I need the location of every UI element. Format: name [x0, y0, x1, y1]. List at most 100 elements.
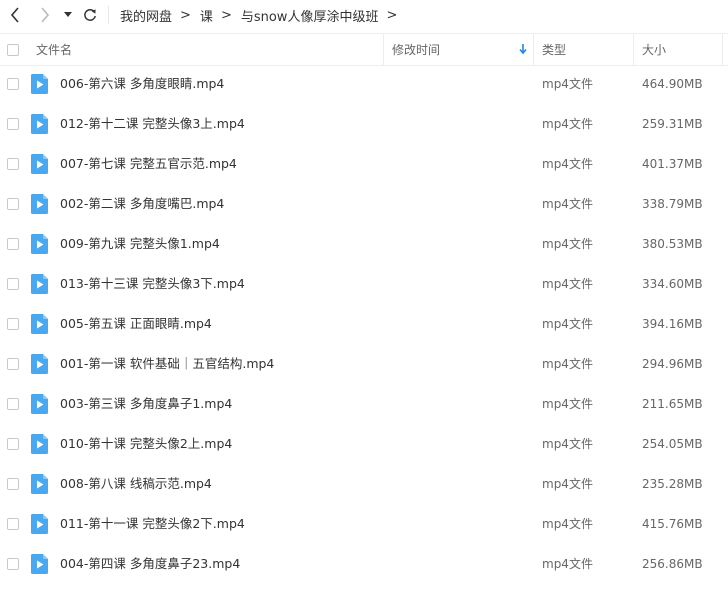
file-row[interactable]: 001-第一课 软件基础｜五官结构.mp4 mp4文件 294.96MB [0, 344, 728, 384]
row-checkbox[interactable] [7, 478, 19, 490]
nav-divider [108, 6, 109, 24]
video-file-icon [31, 114, 48, 134]
file-list-header: 文件名 修改时间 类型 大小 [0, 33, 728, 66]
column-header-size[interactable]: 大小 [642, 34, 666, 65]
file-size: 334.60MB [642, 277, 703, 291]
video-file-icon [31, 154, 48, 174]
history-dropdown-button[interactable] [60, 0, 76, 30]
file-row[interactable]: 003-第三课 多角度鼻子1.mp4 mp4文件 211.65MB [0, 384, 728, 424]
select-all-cell [7, 34, 19, 65]
column-divider [383, 34, 384, 65]
file-row[interactable]: 009-第九课 完整头像1.mp4 mp4文件 380.53MB [0, 224, 728, 264]
file-type: mp4文件 [542, 117, 593, 131]
select-all-checkbox[interactable] [7, 43, 19, 56]
file-row[interactable]: 006-第六课 多角度眼睛.mp4 mp4文件 464.90MB [0, 64, 728, 104]
column-header-modified[interactable]: 修改时间 [392, 34, 440, 65]
video-file-icon [31, 354, 48, 374]
row-checkbox[interactable] [7, 278, 19, 290]
file-row[interactable]: 013-第十三课 完整头像3下.mp4 mp4文件 334.60MB [0, 264, 728, 304]
column-divider [722, 34, 723, 65]
video-file-icon [31, 274, 48, 294]
file-type: mp4文件 [542, 237, 593, 251]
refresh-button[interactable] [80, 0, 100, 30]
file-type: mp4文件 [542, 157, 593, 171]
file-size: 254.05MB [642, 437, 703, 451]
file-type: mp4文件 [542, 557, 593, 571]
file-name[interactable]: 004-第四课 多角度鼻子23.mp4 [60, 544, 240, 584]
file-row[interactable]: 010-第十课 完整头像2上.mp4 mp4文件 254.05MB [0, 424, 728, 464]
breadcrumb-item-my-drive[interactable]: 我的网盘 [120, 6, 172, 25]
file-row[interactable]: 012-第十二课 完整头像3上.mp4 mp4文件 259.31MB [0, 104, 728, 144]
file-name[interactable]: 011-第十一课 完整头像2下.mp4 [60, 504, 245, 544]
chevron-left-icon [10, 7, 19, 23]
row-checkbox[interactable] [7, 438, 19, 450]
file-type: mp4文件 [542, 517, 593, 531]
breadcrumb: 我的网盘 > 课 > 与snow人像厚涂中级班 > [120, 0, 406, 30]
file-size: 259.31MB [642, 117, 703, 131]
file-type: mp4文件 [542, 197, 593, 211]
sort-descending-icon[interactable] [518, 42, 528, 56]
file-name[interactable]: 006-第六课 多角度眼睛.mp4 [60, 64, 224, 104]
file-name[interactable]: 003-第三课 多角度鼻子1.mp4 [60, 384, 232, 424]
row-checkbox[interactable] [7, 198, 19, 210]
video-file-icon [31, 234, 48, 254]
file-name[interactable]: 009-第九课 完整头像1.mp4 [60, 224, 220, 264]
breadcrumb-separator-icon: > [180, 7, 191, 23]
navigation-bar: 我的网盘 > 课 > 与snow人像厚涂中级班 > [0, 0, 728, 30]
video-file-icon [31, 74, 48, 94]
file-row[interactable]: 005-第五课 正面眼睛.mp4 mp4文件 394.16MB [0, 304, 728, 344]
video-file-icon [31, 314, 48, 334]
file-row[interactable]: 011-第十一课 完整头像2下.mp4 mp4文件 415.76MB [0, 504, 728, 544]
file-name[interactable]: 002-第二课 多角度嘴巴.mp4 [60, 184, 224, 224]
column-divider [533, 34, 534, 65]
column-header-name[interactable]: 文件名 [36, 34, 72, 65]
file-size: 338.79MB [642, 197, 703, 211]
file-row[interactable]: 008-第八课 线稿示范.mp4 mp4文件 235.28MB [0, 464, 728, 504]
row-checkbox[interactable] [7, 118, 19, 130]
file-row[interactable]: 002-第二课 多角度嘴巴.mp4 mp4文件 338.79MB [0, 184, 728, 224]
video-file-icon [31, 194, 48, 214]
file-size: 464.90MB [642, 77, 703, 91]
caret-down-icon [64, 12, 72, 17]
file-name[interactable]: 013-第十三课 完整头像3下.mp4 [60, 264, 245, 304]
file-size: 235.28MB [642, 477, 703, 491]
file-size: 380.53MB [642, 237, 703, 251]
file-row[interactable]: 007-第七课 完整五官示范.mp4 mp4文件 401.37MB [0, 144, 728, 184]
row-checkbox[interactable] [7, 398, 19, 410]
video-file-icon [31, 394, 48, 414]
file-type: mp4文件 [542, 77, 593, 91]
file-name[interactable]: 005-第五课 正面眼睛.mp4 [60, 304, 212, 344]
breadcrumb-item-course[interactable]: 课 [200, 6, 213, 25]
file-size: 394.16MB [642, 317, 703, 331]
video-file-icon [31, 474, 48, 494]
row-checkbox[interactable] [7, 318, 19, 330]
file-name[interactable]: 010-第十课 完整头像2上.mp4 [60, 424, 232, 464]
file-size: 415.76MB [642, 517, 703, 531]
row-checkbox[interactable] [7, 558, 19, 570]
video-file-icon [31, 434, 48, 454]
file-type: mp4文件 [542, 317, 593, 331]
row-checkbox[interactable] [7, 518, 19, 530]
row-checkbox[interactable] [7, 158, 19, 170]
file-name[interactable]: 012-第十二课 完整头像3上.mp4 [60, 104, 245, 144]
file-size: 401.37MB [642, 157, 703, 171]
file-type: mp4文件 [542, 277, 593, 291]
file-name[interactable]: 001-第一课 软件基础｜五官结构.mp4 [60, 344, 274, 384]
video-file-icon [31, 554, 48, 574]
row-checkbox[interactable] [7, 78, 19, 90]
file-type: mp4文件 [542, 357, 593, 371]
file-name[interactable]: 008-第八课 线稿示范.mp4 [60, 464, 212, 504]
video-file-icon [31, 514, 48, 534]
column-divider [633, 34, 634, 65]
file-row[interactable]: 004-第四课 多角度鼻子23.mp4 mp4文件 256.86MB [0, 544, 728, 584]
breadcrumb-item-current-folder[interactable]: 与snow人像厚涂中级班 [241, 6, 379, 25]
file-type: mp4文件 [542, 477, 593, 491]
file-list: 006-第六课 多角度眼睛.mp4 mp4文件 464.90MB 012-第十二… [0, 64, 728, 584]
row-checkbox[interactable] [7, 358, 19, 370]
column-header-type[interactable]: 类型 [542, 34, 566, 65]
file-name[interactable]: 007-第七课 完整五官示范.mp4 [60, 144, 237, 184]
row-checkbox[interactable] [7, 238, 19, 250]
back-button[interactable] [4, 0, 26, 30]
forward-button[interactable] [34, 0, 56, 30]
refresh-icon [84, 9, 96, 21]
